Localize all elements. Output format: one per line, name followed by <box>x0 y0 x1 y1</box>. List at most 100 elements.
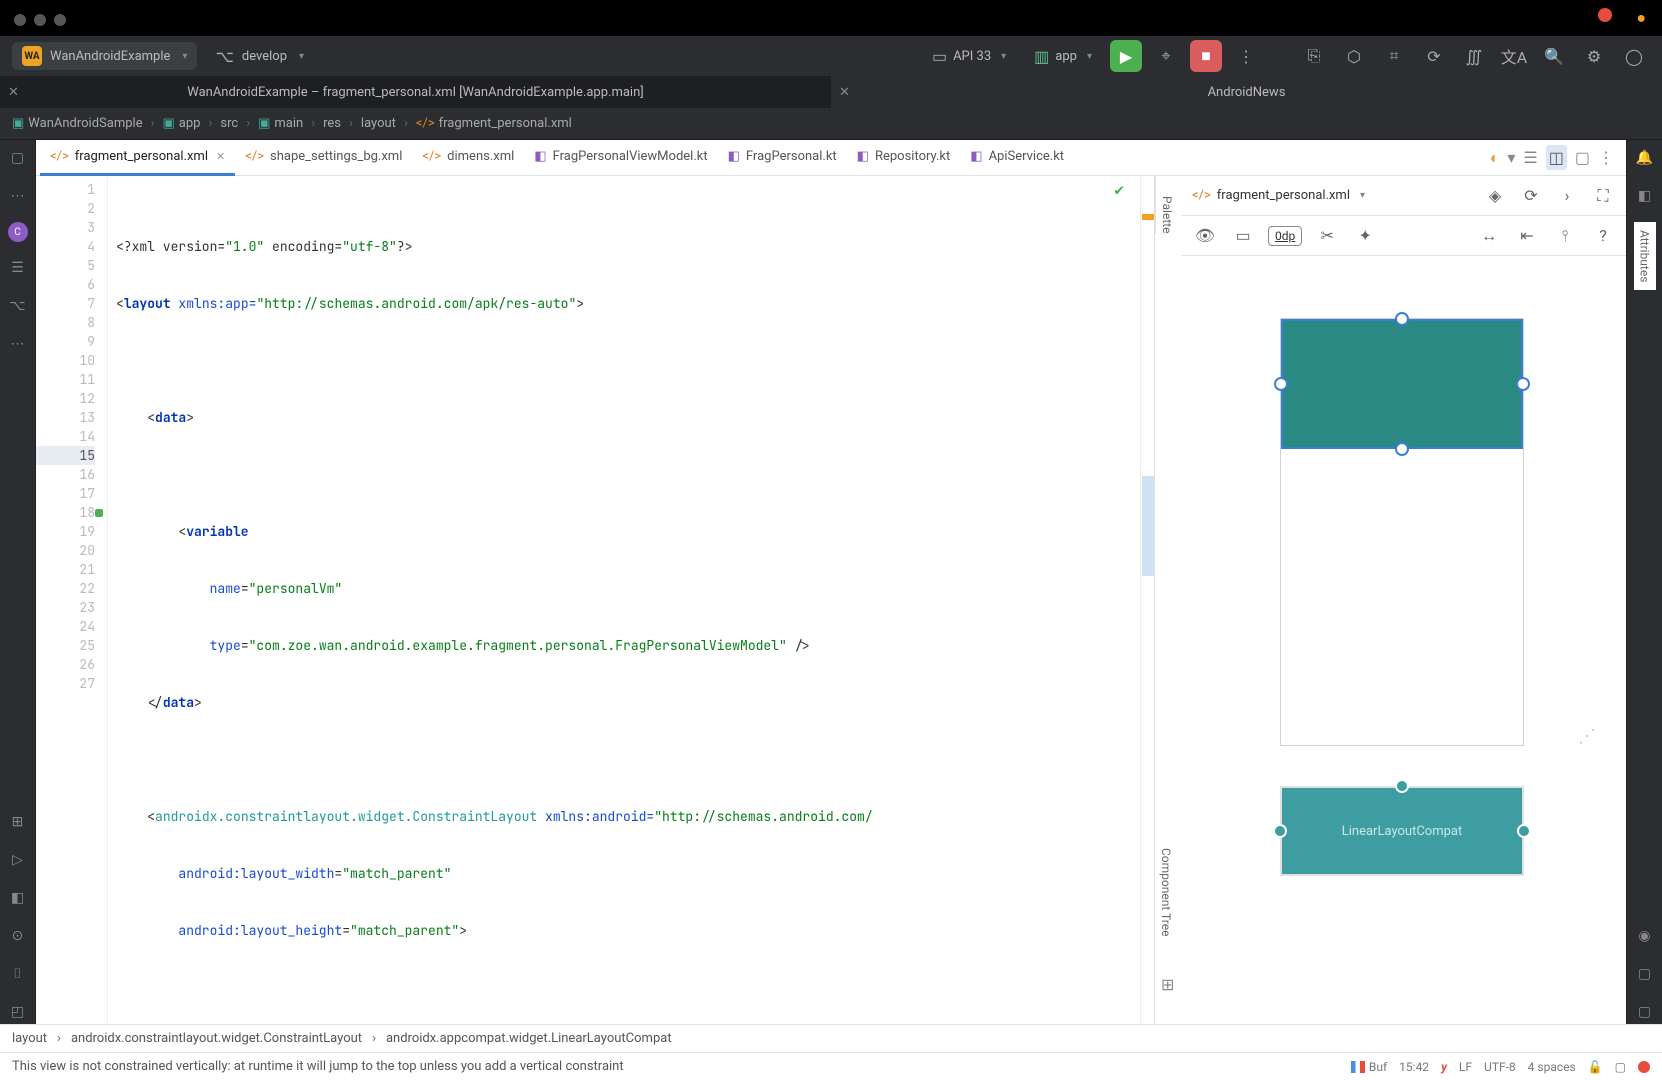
status-icon[interactable]: ▢ <box>1615 1060 1626 1074</box>
palette-label[interactable]: Palette <box>1155 176 1178 234</box>
expand-icon[interactable]: ⛶ <box>1590 183 1616 209</box>
toolbar-icon[interactable]: ⬡ <box>1338 40 1370 72</box>
stop-button[interactable]: ■ <box>1190 40 1222 72</box>
status-lf[interactable]: LF <box>1459 1060 1472 1074</box>
handle-right[interactable] <box>1516 377 1530 391</box>
selected-view[interactable] <box>1281 319 1523 449</box>
device-selector[interactable]: ▭ API 33 ▾ <box>922 47 1016 66</box>
crumb[interactable]: ▣WanAndroidSample <box>12 116 143 131</box>
chevron-down-icon[interactable]: ▾ <box>1507 148 1515 167</box>
file-tab[interactable]: ◧Repository.kt <box>847 140 961 176</box>
design-tool-icon[interactable]: ✂ <box>1314 223 1340 249</box>
tree-icon[interactable]: ⊞ <box>1161 975 1174 994</box>
device-icon[interactable]: ▭ <box>1230 223 1256 249</box>
rail-icon[interactable]: ⋯ <box>6 184 30 208</box>
search-icon[interactable]: 🔍 <box>1538 40 1570 72</box>
window-tab[interactable]: ✕ WanAndroidExample – fragment_personal.… <box>0 76 831 108</box>
window-min-dot[interactable] <box>34 14 46 26</box>
code-editor[interactable]: ✔ <?xml version="1.0" encoding="utf-8"?>… <box>108 176 1140 1024</box>
blueprint-view[interactable]: LinearLayoutCompat <box>1280 786 1524 876</box>
help-icon[interactable]: ? <box>1590 223 1616 249</box>
project-tool-icon[interactable]: ▢ <box>6 146 30 170</box>
rail-icon[interactable]: ◉ <box>1633 924 1657 948</box>
rail-icon[interactable]: ▢ <box>1633 1000 1657 1024</box>
file-tab[interactable]: </>dimens.xml <box>412 140 524 176</box>
window-max-dot[interactable] <box>54 14 66 26</box>
file-tab[interactable]: ◧FragPersonal.kt <box>718 140 847 176</box>
design-tool-icon[interactable]: ⟳ <box>1518 183 1544 209</box>
crumb[interactable]: res <box>323 116 341 131</box>
status-indent[interactable]: 4 spaces <box>1528 1060 1576 1074</box>
attributes-label[interactable]: Attributes <box>1634 222 1656 290</box>
toolbar-icon[interactable]: ∭ <box>1458 40 1490 72</box>
handle-left[interactable] <box>1274 377 1288 391</box>
branch-selector[interactable]: ⌥ develop ▾ <box>205 43 314 70</box>
status-buf[interactable]: Buf <box>1351 1060 1387 1074</box>
file-tab[interactable]: </>shape_settings_bg.xml <box>235 140 412 176</box>
handle[interactable] <box>1273 824 1287 838</box>
structure-crumb[interactable]: layout <box>12 1031 47 1046</box>
design-tool-icon[interactable]: ◈ <box>1482 183 1508 209</box>
gear-icon[interactable]: ⚙ <box>1578 40 1610 72</box>
user-icon[interactable]: ◯ <box>1618 40 1650 72</box>
file-tab[interactable]: ◧ApiService.kt <box>960 140 1074 176</box>
lock-icon[interactable]: 🔓 <box>1588 1060 1603 1074</box>
component-tree-label[interactable]: Component Tree <box>1155 840 1177 944</box>
handle-top[interactable] <box>1395 312 1409 326</box>
align-icon[interactable]: ⫯ <box>1552 223 1578 249</box>
chevron-down-icon[interactable]: ▾ <box>1360 190 1365 201</box>
status-encoding[interactable]: UTF-8 <box>1484 1060 1516 1074</box>
run-button[interactable]: ▶ <box>1110 40 1142 72</box>
blueprint-preview[interactable]: LinearLayoutCompat <box>1280 786 1524 936</box>
toolbar-icon[interactable]: ⟳ <box>1418 40 1450 72</box>
toolbar-icon[interactable]: ⌗ <box>1378 40 1410 72</box>
file-tab[interactable]: ◧FragPersonalViewModel.kt <box>524 140 717 176</box>
handle[interactable] <box>1395 779 1409 793</box>
rail-icon[interactable]: ◰ <box>6 1000 30 1024</box>
resize-grip-icon[interactable]: ⋰ <box>1578 726 1596 747</box>
run-config-selector[interactable]: ▥ app ▾ <box>1024 47 1102 66</box>
eye-icon[interactable]: 👁 <box>1192 223 1218 249</box>
close-icon[interactable]: ✕ <box>8 85 19 100</box>
device-preview[interactable] <box>1280 318 1524 746</box>
view-mode-icon[interactable]: ☰ <box>1523 148 1537 167</box>
rail-icon[interactable]: ▢ <box>1633 962 1657 986</box>
window-tab[interactable]: ✕ AndroidNews <box>831 76 1662 108</box>
run-tool-icon[interactable]: ▷ <box>6 848 30 872</box>
notifications-icon[interactable]: 🔔 <box>1633 146 1657 170</box>
error-stripe[interactable] <box>1140 176 1154 1024</box>
structure-crumb[interactable]: androidx.constraintlayout.widget.Constra… <box>71 1031 362 1046</box>
view-mode-split-icon[interactable]: ◫ <box>1546 145 1567 170</box>
rail-icon[interactable]: ☰ <box>6 256 30 280</box>
magic-icon[interactable]: ✦ <box>1352 223 1378 249</box>
crumb[interactable]: </>fragment_personal.xml <box>416 116 572 131</box>
more-run-icon[interactable]: ⋮ <box>1230 40 1262 72</box>
rail-icon[interactable]: ⊙ <box>6 924 30 948</box>
crumb[interactable]: ▣app <box>163 116 201 131</box>
kebab-icon[interactable]: ⋮ <box>1598 148 1614 167</box>
close-icon[interactable]: ✕ <box>839 85 850 100</box>
handle-bottom[interactable] <box>1395 442 1409 456</box>
crumb[interactable]: layout <box>361 116 396 131</box>
view-mode-icon[interactable]: ▢ <box>1575 148 1590 167</box>
rail-icon[interactable]: ◧ <box>1633 184 1657 208</box>
chevron-right-icon[interactable]: › <box>1554 183 1580 209</box>
structure-crumb[interactable]: androidx.appcompat.widget.LinearLayoutCo… <box>386 1031 672 1046</box>
crumb[interactable]: ▣main <box>258 116 303 131</box>
handle[interactable] <box>1517 824 1531 838</box>
window-close-dot[interactable] <box>14 14 26 26</box>
tab-more-icon[interactable]: ◐ <box>1490 148 1500 168</box>
dp-selector[interactable]: 0dp <box>1268 226 1302 246</box>
crumb[interactable]: src <box>220 116 238 131</box>
rail-icon[interactable]: ⋯ <box>6 332 30 356</box>
debug-button[interactable]: ⌖ <box>1150 40 1182 72</box>
terminal-tool-icon[interactable]: ⌷ <box>6 962 30 986</box>
rail-icon[interactable]: ◧ <box>6 886 30 910</box>
status-y-icon[interactable]: y <box>1441 1060 1447 1074</box>
rail-icon[interactable]: ⌥ <box>6 294 30 318</box>
file-tab[interactable]: </>fragment_personal.xml✕ <box>40 140 235 176</box>
close-icon[interactable]: ✕ <box>216 150 225 163</box>
toolbar-icon[interactable]: ⎘ <box>1298 40 1330 72</box>
align-icon[interactable]: ↔ <box>1476 223 1502 249</box>
translate-icon[interactable]: 文A <box>1498 40 1530 72</box>
